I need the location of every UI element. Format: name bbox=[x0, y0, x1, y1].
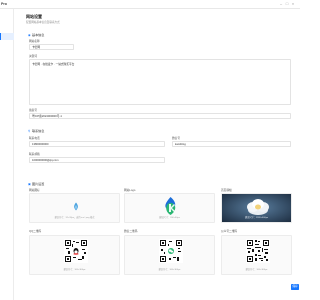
section-images-label: 图片设置 bbox=[32, 182, 45, 186]
section-contact-label: 联系信息 bbox=[32, 129, 45, 133]
section-contact-title: ⚲ 联系信息 bbox=[28, 128, 44, 133]
alipay-qr-caption: 建议尺寸：300×300px bbox=[245, 269, 268, 271]
qq-qr-caption: 建议尺寸：300×300px bbox=[63, 269, 86, 271]
wechat-qr-caption: 建议尺寸：300×300px bbox=[158, 269, 181, 271]
alipay-qr-upload[interactable]: 建议尺寸：300×300px bbox=[221, 235, 292, 275]
sidebar bbox=[0, 9, 14, 300]
alipay-qr-label: 公众号二维码 bbox=[221, 230, 238, 233]
phone-label: 联系电话 bbox=[29, 137, 40, 140]
section-images-title: ▣图片设置 bbox=[28, 181, 44, 186]
app-logo: Pro bbox=[1, 2, 7, 6]
save-button[interactable]: 保存 bbox=[291, 284, 299, 290]
top-bar: Pro – □ × bbox=[0, 0, 300, 9]
info-icon: ◉ bbox=[28, 33, 31, 37]
wechat-qr-label: 微信二维码 bbox=[124, 230, 138, 233]
banner-upload[interactable]: 建议尺寸：1920×600px bbox=[221, 193, 292, 223]
qq-qr-upload[interactable]: 建议尺寸：300×300px bbox=[29, 235, 120, 275]
site-logo-image bbox=[165, 197, 176, 215]
logo-caption: 建议尺寸：200×60px bbox=[159, 217, 180, 219]
wechat-qr-image bbox=[159, 239, 183, 263]
section-basic-title: ◉基本信息 bbox=[28, 32, 44, 37]
site-name-label: 网站名称 bbox=[29, 40, 40, 43]
image-icon: ▣ bbox=[28, 182, 31, 186]
keywords-label: 关键词 bbox=[29, 55, 38, 58]
logo-label: 网站Logo bbox=[124, 189, 136, 192]
maximize-icon[interactable]: □ bbox=[285, 2, 289, 6]
keywords-textarea[interactable]: 卡密网 · 在线发卡 · 一站式购买平台 bbox=[29, 59, 291, 105]
wechat-qr-upload[interactable]: 建议尺寸：300×300px bbox=[124, 235, 215, 275]
sidebar-item-site-settings[interactable] bbox=[0, 33, 14, 40]
qq-qr-label: QQ二维码 bbox=[29, 230, 42, 233]
alipay-qr-image bbox=[246, 239, 270, 263]
wechat-label: 微信号 bbox=[172, 137, 181, 140]
email-label: 联系邮箱 bbox=[29, 153, 40, 156]
email-input[interactable]: 1000000000@qq.com bbox=[29, 157, 165, 163]
banner-label: 首页横幅 bbox=[221, 189, 232, 192]
favicon-upload[interactable]: 建议尺寸：32×32px，支持 ico / png 格式 bbox=[29, 193, 120, 223]
wechat-input[interactable]: kamiblog bbox=[172, 141, 291, 147]
phone-input[interactable]: 13800000000 bbox=[29, 141, 165, 147]
site-name-input[interactable]: 卡密网 bbox=[29, 44, 74, 50]
link-icon: ⚲ bbox=[28, 129, 31, 133]
favicon-caption: 建议尺寸：32×32px，支持 ico / png 格式 bbox=[54, 217, 95, 219]
record-input[interactable]: 粤ICP备2024000000号-1 bbox=[29, 113, 291, 119]
minimize-icon[interactable]: – bbox=[279, 2, 283, 6]
qq-qr-image bbox=[64, 239, 88, 263]
banner-caption: 建议尺寸：1920×600px bbox=[244, 217, 269, 219]
close-icon[interactable]: × bbox=[291, 2, 295, 6]
section-basic-label: 基本信息 bbox=[32, 33, 45, 37]
page-description: 配置网站基本信息及联系方式 bbox=[26, 21, 60, 24]
logo-upload[interactable]: 建议尺寸：200×60px bbox=[124, 193, 215, 223]
favicon-label: 网站图标 bbox=[29, 189, 40, 192]
favicon-image bbox=[74, 202, 78, 211]
main-content: 网站设置 配置网站基本信息及联系方式 ◉基本信息 网站名称 卡密网 关键词 卡密… bbox=[14, 9, 300, 300]
record-label: 备案号 bbox=[29, 109, 38, 112]
